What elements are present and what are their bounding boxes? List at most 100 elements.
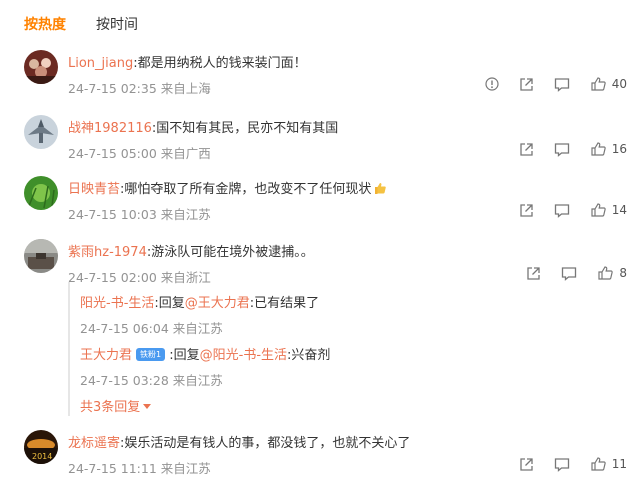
svg-text:2014: 2014 [32, 452, 52, 461]
reply-meta: 24-7-15 03:28 来自江苏 [80, 370, 223, 389]
like-button[interactable]: 11 [590, 456, 627, 472]
reply-username-link[interactable]: 王大力君 [80, 348, 132, 363]
like-button[interactable]: 14 [590, 202, 627, 218]
reply-button[interactable] [554, 142, 570, 157]
share-button[interactable] [519, 142, 534, 157]
caret-down-icon [143, 404, 152, 409]
share-button[interactable] [526, 266, 541, 281]
share-icon [520, 457, 533, 471]
comment-body: :游泳队可能在境外被逮捕。。 [146, 245, 314, 260]
tab-by-time[interactable]: 按时间 [96, 14, 138, 34]
timestamp: 24-7-15 03:28 [80, 373, 169, 388]
report-button[interactable] [485, 77, 499, 91]
timestamp: 24-7-15 11:11 [68, 461, 157, 476]
thumbs-up-icon [591, 457, 606, 471]
location: 来自上海 [160, 81, 211, 96]
username-link[interactable]: 战神1982116 [68, 121, 152, 136]
comment-item: 战神1982116:国不知有其民，民亦不知有其国 24-7-15 05:00 来… [24, 115, 639, 162]
reply-item: 阳光-书-生活:回复@王大力君:已有结果了 24-7-15 06:04 来自江苏 [80, 292, 320, 336]
timestamp: 24-7-15 06:04 [80, 321, 169, 336]
location: 来自江苏 [160, 461, 211, 476]
reply-meta: 24-7-15 06:04 来自江苏 [80, 318, 223, 337]
reply-body: :已有结果了 [249, 296, 320, 311]
share-icon [527, 266, 541, 280]
comment-actions: 11 [499, 456, 627, 472]
reply-body: :兴奋剂 [287, 348, 331, 363]
username-link[interactable]: 龙标遥寄 [68, 436, 120, 451]
comment-icon [562, 266, 577, 281]
comment-item: Lion_jiang:都是用纳税人的钱来装门面！ 24-7-15 02:35 来… [24, 50, 639, 97]
thumbs-up-icon [591, 203, 606, 217]
share-button[interactable] [519, 203, 534, 218]
like-count: 40 [611, 77, 627, 91]
avatar[interactable]: 2014 [24, 430, 58, 464]
like-count: 16 [611, 142, 627, 156]
timestamp: 24-7-15 02:35 [68, 81, 157, 96]
more-replies-label: 共3条回复 [80, 400, 141, 415]
username-link[interactable]: 日映青苔 [68, 182, 120, 197]
comment-meta: 24-7-15 02:35 来自上海 [68, 78, 211, 97]
comment-actions: 14 [499, 202, 627, 218]
timestamp: 24-7-15 05:00 [68, 146, 157, 161]
username-link[interactable]: Lion_jiang [68, 56, 133, 71]
location: 来自江苏 [160, 207, 211, 222]
avatar[interactable] [24, 50, 58, 84]
reply-button[interactable] [554, 77, 570, 92]
avatar[interactable] [24, 115, 58, 149]
comment-item: 2014 龙标遥寄:娱乐活动是有钱人的事，都没钱了，也就不关心了 24-7-15… [24, 430, 639, 476]
location: 来自广西 [160, 146, 211, 161]
comment-text: 战神1982116:国不知有其民，民亦不知有其国 [68, 117, 338, 136]
like-count: 8 [619, 266, 627, 280]
fan-badge: 铁粉1 [136, 348, 166, 361]
reply-item: 王大力君 铁粉1 :回复@阳光-书-生活:兴奋剂 24-7-15 03:28 来自… [80, 344, 331, 388]
timestamp: 24-7-15 10:03 [68, 207, 157, 222]
like-count: 14 [611, 203, 627, 217]
comment-text: 紫雨hz-1974:游泳队可能在境外被逮捕。。 [68, 241, 314, 260]
comment-actions: 16 [499, 141, 627, 157]
avatar[interactable] [24, 239, 58, 273]
username-link[interactable]: 紫雨hz-1974 [68, 245, 147, 260]
comment-icon [554, 203, 569, 218]
comment-text: Lion_jiang:都是用纳税人的钱来装门面！ [68, 52, 307, 71]
reply-label: :回复 [154, 296, 185, 311]
comment-text: 龙标遥寄:娱乐活动是有钱人的事，都没钱了，也就不关心了 [68, 432, 410, 451]
thumbs-up-icon [591, 142, 606, 156]
comment-item: 日映青苔:哪怕夺取了所有金牌，也改变不了任何现状 24-7-15 10:03 来… [24, 176, 639, 223]
comment-body: :娱乐活动是有钱人的事，都没钱了，也就不关心了 [120, 436, 411, 451]
comment-item: 紫雨hz-1974:游泳队可能在境外被逮捕。。 24-7-15 02:00 来自… [24, 239, 639, 285]
share-icon [520, 77, 533, 91]
comment-meta: 24-7-15 10:03 来自江苏 [68, 204, 211, 223]
reply-button[interactable] [554, 457, 570, 472]
reply-button[interactable] [561, 266, 577, 281]
reply-thread: 阳光-书-生活:回复@王大力君:已有结果了 24-7-15 06:04 来自江苏… [68, 282, 628, 416]
report-icon [485, 77, 499, 91]
comment-body: :国不知有其民，民亦不知有其国 [151, 121, 339, 136]
comment-text: 日映青苔:哪怕夺取了所有金牌，也改变不了任何现状 [68, 178, 387, 197]
like-button[interactable]: 8 [597, 265, 627, 281]
sort-tabs: 按热度 按时间 [24, 14, 138, 34]
comment-icon [554, 77, 569, 92]
comment-body: :都是用纳税人的钱来装门面！ [133, 56, 307, 71]
location: 来自江苏 [172, 321, 223, 336]
comment-body: :哪怕夺取了所有金牌，也改变不了任何现状 [120, 182, 372, 197]
avatar[interactable] [24, 176, 58, 210]
mention-link[interactable]: @王大力君 [185, 296, 250, 311]
location: 来自江苏 [172, 373, 223, 388]
comment-actions: 40 [465, 76, 627, 92]
thumbs-up-icon [591, 77, 606, 91]
comment-meta: 24-7-15 05:00 来自广西 [68, 143, 211, 162]
like-button[interactable]: 16 [590, 141, 627, 157]
like-button[interactable]: 40 [590, 76, 627, 92]
reply-username-link[interactable]: 阳光-书-生活 [80, 296, 154, 311]
more-replies-button[interactable]: 共3条回复 [80, 396, 152, 415]
thumbs-up-emoji-icon [375, 183, 387, 194]
share-button[interactable] [519, 457, 534, 472]
reply-label: :回复 [169, 348, 200, 363]
comment-icon [554, 457, 569, 472]
tab-by-hot[interactable]: 按热度 [24, 14, 66, 34]
mention-link[interactable]: @阳光-书-生活 [200, 348, 287, 363]
share-button[interactable] [519, 77, 534, 92]
reply-button[interactable] [554, 203, 570, 218]
share-icon [520, 203, 533, 217]
like-count: 11 [611, 457, 627, 471]
